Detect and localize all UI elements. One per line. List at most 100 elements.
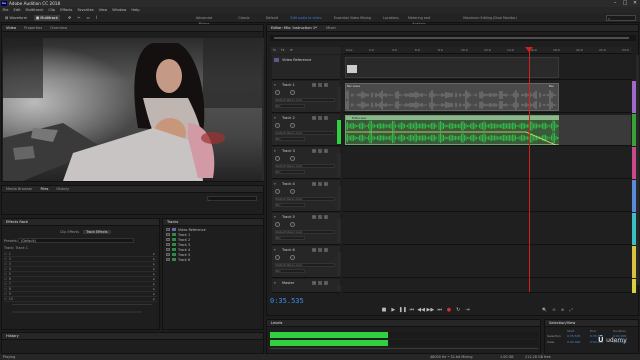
play-icon[interactable]: ▶ (389, 307, 397, 313)
collapse-icon[interactable]: ▾ (274, 83, 276, 87)
slip-tool-icon[interactable]: ⇔ (87, 15, 95, 20)
history-tab[interactable]: History (2, 333, 23, 340)
mute-button[interactable]: M (312, 248, 316, 252)
track-input-select[interactable]: Default Stereo Input (275, 197, 335, 201)
visibility-icon[interactable] (166, 243, 170, 246)
track-output-select[interactable]: Mix (275, 236, 305, 240)
razor-tool-icon[interactable]: ✂ (77, 15, 85, 20)
pan-knob[interactable] (290, 123, 295, 128)
pan-knob[interactable] (290, 222, 295, 227)
track-lane[interactable] (343, 246, 632, 278)
pan-knob[interactable] (290, 255, 295, 260)
record-arm-button[interactable]: R (324, 83, 328, 87)
solo-button[interactable]: S (318, 116, 322, 120)
mute-button[interactable]: M (312, 116, 316, 120)
collapse-icon[interactable]: ▾ (274, 215, 276, 219)
tab-history[interactable]: History (52, 186, 73, 193)
track-header[interactable]: ▾ Track 1 M S R Default Stereo Input Mix (272, 81, 340, 113)
slot-arrow-icon[interactable]: ▸ (153, 297, 155, 302)
skip-selection-icon[interactable]: ⇥ (464, 307, 472, 313)
volume-knob[interactable] (275, 189, 280, 194)
workspace-5[interactable]: Locations (377, 15, 405, 21)
track-output-select[interactable]: Mix (275, 137, 305, 141)
tab-media-browser[interactable]: Media Browser (2, 186, 37, 193)
loop-icon[interactable]: ↻ (454, 307, 462, 313)
track-output-select[interactable]: Mix (275, 104, 305, 108)
stop-icon[interactable]: ■ (380, 307, 388, 313)
track-effects-tab[interactable]: Track Effects (83, 230, 111, 234)
close-icon[interactable]: ✕ (630, 0, 640, 7)
track-lane[interactable] (343, 147, 632, 179)
visibility-icon[interactable] (166, 253, 170, 256)
time-selection-tool-icon[interactable]: I (96, 15, 104, 20)
levels-title[interactable]: Levels (267, 320, 286, 327)
volume-knob[interactable] (275, 123, 280, 128)
track-header[interactable]: ▾ Track 4 M S R Default Stereo Input Mix (272, 180, 340, 212)
track-header[interactable]: ▾ Track 2 M S R Default Stereo Input Mix (272, 114, 340, 146)
solo-button[interactable]: S (318, 182, 322, 186)
zoom-out-icon[interactable]: ⊖ (550, 307, 557, 312)
visibility-icon[interactable] (166, 248, 170, 251)
track-name[interactable]: Master (282, 281, 294, 285)
collapse-icon[interactable]: ▾ (274, 149, 276, 153)
volume-knob[interactable] (275, 222, 280, 227)
track-name[interactable]: Track 6 (282, 248, 295, 252)
track-lane[interactable] (343, 213, 632, 245)
volume-knob[interactable] (275, 156, 280, 161)
record-arm-button[interactable]: R (324, 182, 328, 186)
record-arm-button[interactable]: R (324, 248, 328, 252)
track-input-select[interactable]: Default Stereo Input (275, 131, 335, 135)
visibility-icon[interactable] (166, 233, 170, 236)
zoom-in-icon[interactable]: ⊕ (559, 307, 566, 312)
track-lane[interactable] (343, 180, 632, 212)
track-name[interactable]: Track 3 (282, 149, 295, 153)
multitrack-mode-button[interactable]: ▦ Multitrack (34, 15, 60, 21)
solo-button[interactable]: S (318, 248, 322, 252)
mute-button[interactable]: M (312, 182, 316, 186)
record-arm-button[interactable]: R (324, 116, 328, 120)
record-icon[interactable]: ● (445, 307, 453, 313)
workspace-1[interactable]: Classic (230, 15, 258, 21)
mute-button[interactable]: M (312, 83, 316, 87)
track-name[interactable]: Track 2 (282, 116, 295, 120)
zoom-full-icon[interactable]: ⤢ (568, 307, 575, 312)
search-help-field[interactable]: ⌕ (606, 15, 636, 21)
timeline-ruler[interactable]: hms 2.0 4.0 6.0 8.0 10.0 12.0 14.0 16.0 18.0 20.0 2… (343, 47, 632, 54)
track-input-select[interactable]: Default Stereo Input (275, 230, 335, 234)
collapse-icon[interactable]: ▾ (274, 182, 276, 186)
visibility-icon[interactable] (166, 228, 170, 231)
playhead[interactable] (529, 47, 530, 292)
track-output-select[interactable]: Mix (275, 269, 305, 273)
collapse-icon[interactable]: ▾ (274, 248, 276, 252)
tab-video[interactable]: Video (2, 25, 20, 32)
track-output-select[interactable]: Mix (275, 203, 305, 207)
visibility-icon[interactable] (166, 238, 170, 241)
track-input-select[interactable]: Default Stereo Input (275, 164, 335, 168)
tracks-list-item[interactable]: Track 6 (166, 258, 261, 263)
record-arm-button[interactable]: R (324, 281, 328, 285)
timecode-display[interactable]: 0:35.535 (270, 297, 304, 305)
tab-files[interactable]: Files (37, 186, 53, 193)
go-to-start-icon[interactable]: ⏮ (408, 307, 416, 313)
workspace-7[interactable]: Maximum Editing (Dual Monitor) (455, 15, 525, 21)
mute-button[interactable]: M (312, 215, 316, 219)
row-start[interactable]: 0:35.535 (567, 334, 590, 339)
volume-knob[interactable] (275, 90, 280, 95)
solo-button[interactable]: S (318, 83, 322, 87)
maximize-icon[interactable]: □ (620, 0, 630, 7)
fx-icon[interactable]: ⇆ (271, 48, 278, 52)
effects-rack-title[interactable]: Effects Rack (2, 219, 32, 226)
track-header[interactable]: ▾ Master M S R (272, 279, 340, 293)
waveform-mode-button[interactable]: ▤ Waveform (3, 15, 29, 21)
track-output-select[interactable]: Mix (275, 170, 305, 174)
sends-icon[interactable]: fx (279, 48, 286, 52)
track-header[interactable]: ▾ Track 3 M S R Default Stereo Input Mix (272, 147, 340, 179)
overview-bar[interactable] (270, 35, 636, 41)
video-clip[interactable] (345, 57, 559, 78)
record-arm-button[interactable]: R (324, 215, 328, 219)
tab-properties[interactable]: Properties (20, 25, 46, 32)
rewind-icon[interactable]: ◀◀ (417, 307, 425, 313)
pan-knob[interactable] (290, 156, 295, 161)
clip-effects-tab[interactable]: Clip Effects (57, 230, 82, 234)
pause-icon[interactable]: ❚❚ (399, 307, 407, 313)
